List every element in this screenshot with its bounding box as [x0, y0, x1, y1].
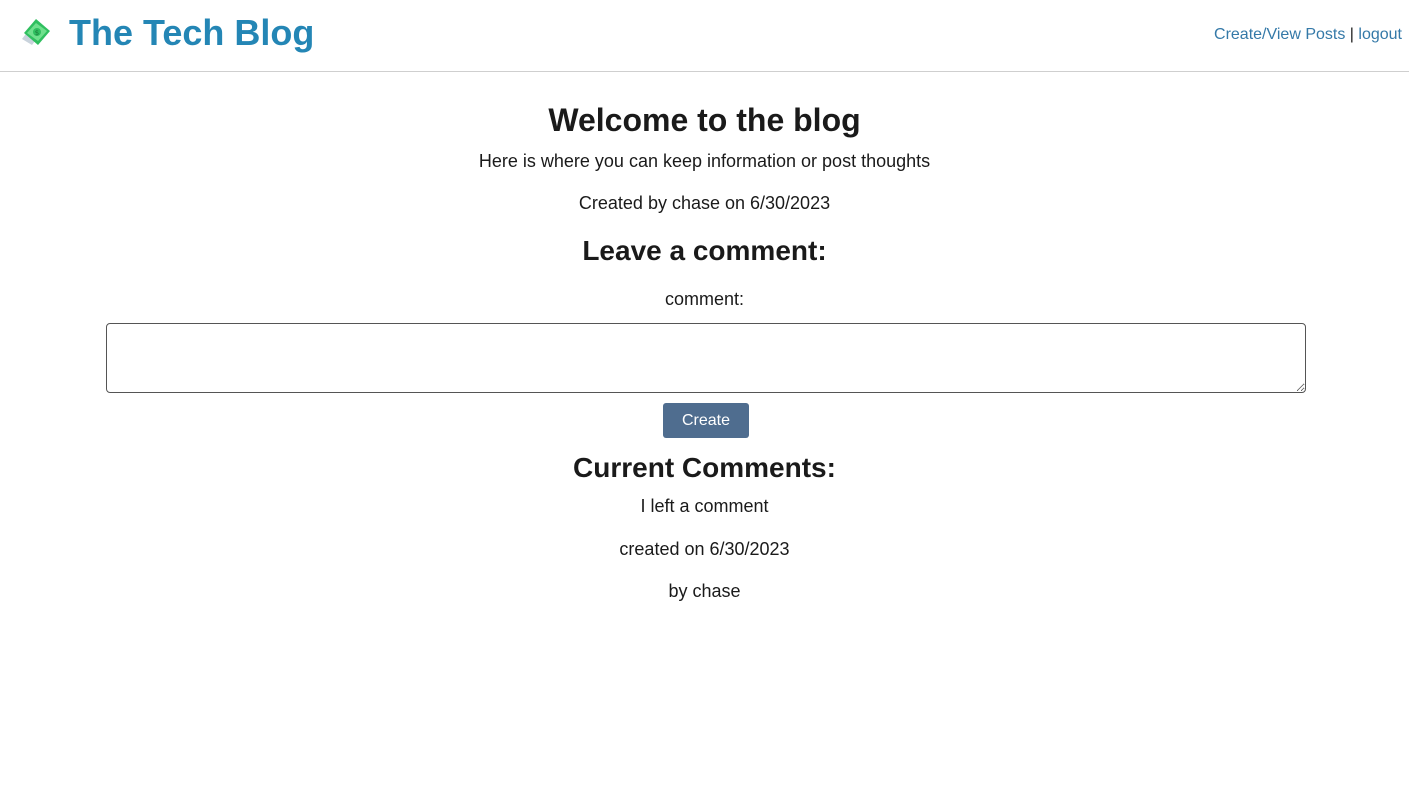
- create-view-posts-link[interactable]: Create/View Posts: [1214, 26, 1345, 43]
- nav-separator: |: [1349, 26, 1354, 43]
- comment-label: comment:: [664, 289, 745, 309]
- site-header: $ The Tech Blog Create/View Posts | logo…: [0, 0, 1409, 72]
- comment-text: I left a comment: [640, 496, 769, 516]
- post-title: Welcome to the blog: [548, 102, 861, 138]
- current-comments-heading: Current Comments:: [573, 452, 836, 483]
- site-title[interactable]: The Tech Blog: [69, 11, 314, 55]
- comment-author: by chase: [668, 581, 741, 601]
- comment-input[interactable]: [106, 323, 1306, 393]
- comment-date: created on 6/30/2023: [619, 539, 790, 559]
- create-button[interactable]: Create: [663, 403, 749, 438]
- svg-text:$: $: [35, 29, 39, 37]
- post-body: Here is where you can keep information o…: [478, 151, 931, 171]
- money-with-wings-icon[interactable]: $: [18, 15, 54, 51]
- header-nav: Create/View Posts | logout: [1214, 25, 1402, 45]
- leave-comment-heading: Leave a comment:: [582, 235, 827, 266]
- logout-link[interactable]: logout: [1358, 26, 1402, 43]
- post-meta: Created by chase on 6/30/2023: [578, 193, 831, 213]
